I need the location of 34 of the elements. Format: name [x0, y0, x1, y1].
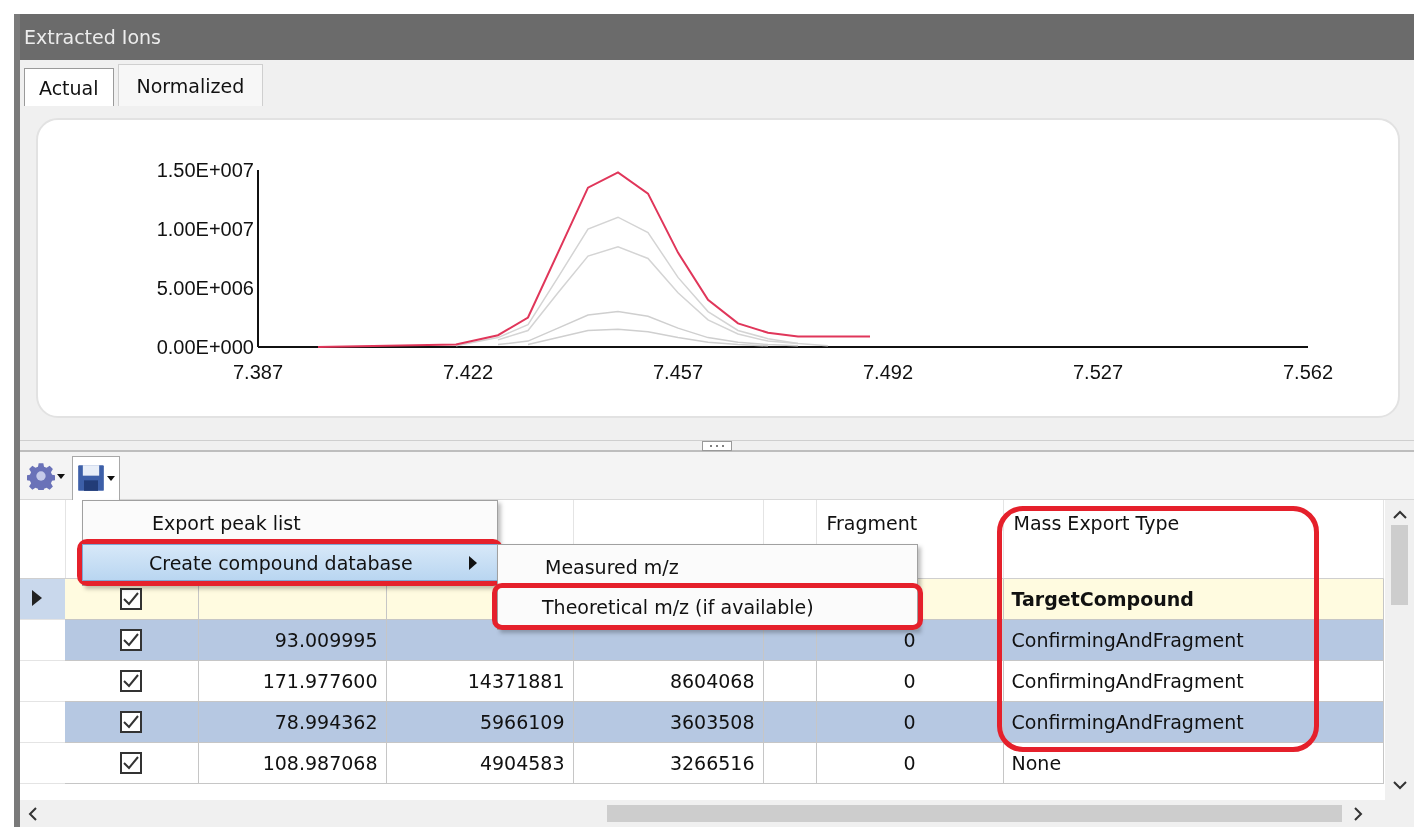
- table-cell: 0: [903, 669, 916, 692]
- y-tick-label: 5.00E+006: [156, 277, 254, 299]
- menu-item-label: Create compound database: [149, 551, 413, 574]
- x-tick-label: 7.457: [652, 361, 704, 383]
- table-cell: 108.987068: [262, 751, 378, 774]
- table-cell: 171.977600: [262, 669, 378, 692]
- menu-item-label: Measured m/z: [545, 555, 679, 578]
- table-cell: ConfirmingAndFragment: [1011, 710, 1244, 733]
- table-cell: 3603508: [669, 710, 755, 733]
- table-cell: 8604068: [669, 669, 755, 692]
- table-cell: 0: [903, 751, 916, 774]
- table-cell: 14371881: [467, 669, 565, 692]
- table-cell: None: [1011, 751, 1062, 774]
- table-cell: ConfirmingAndFragment: [1011, 669, 1244, 692]
- y-tick-label: 1.00E+007: [156, 218, 254, 240]
- table-cell: ConfirmingAndFragment: [1011, 628, 1244, 651]
- panel-title: Extracted Ions: [20, 14, 1414, 60]
- y-tick-label: 1.50E+007: [156, 159, 254, 181]
- table-cell: 78.994362: [274, 710, 378, 733]
- table-cell: 0: [903, 628, 916, 651]
- x-tick-label: 7.387: [232, 361, 284, 383]
- table-cell: TargetCompound: [1011, 587, 1194, 610]
- y-tick-label: 0.00E+000: [156, 336, 254, 358]
- table-cell: 3266516: [669, 751, 755, 774]
- table-cell: 0: [903, 710, 916, 733]
- x-tick-label: 7.422: [442, 361, 494, 383]
- menu-item-label: Theoretical m/z (if available): [542, 595, 814, 618]
- x-tick-label: 7.562: [1282, 361, 1334, 383]
- table-cell: 5966109: [479, 710, 565, 733]
- x-tick-label: 7.492: [862, 361, 914, 383]
- x-tick-label: 7.527: [1072, 361, 1124, 383]
- table-cell: 93.009995: [274, 628, 378, 651]
- table-cell: 4904583: [479, 751, 565, 774]
- menu-item-label: Export peak list: [152, 511, 301, 534]
